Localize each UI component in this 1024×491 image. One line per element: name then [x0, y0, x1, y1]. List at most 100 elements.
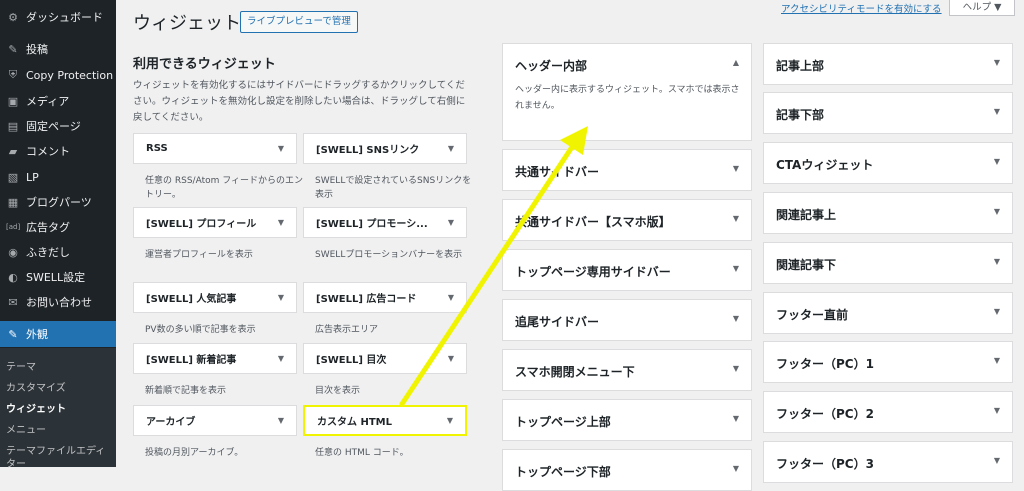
widget-label: RSS [146, 143, 168, 154]
widget-area[interactable]: トップページ下部 ▼ [502, 449, 752, 491]
widget-item[interactable]: [SWELL] 新着記事 ▼ [133, 343, 297, 374]
triangle-down-icon[interactable]: ▼ [278, 144, 284, 153]
widget-area[interactable]: CTAウィジェット ▼ [763, 142, 1013, 184]
widget-item[interactable]: [SWELL] 広告コード ▼ [303, 282, 467, 313]
sidebar-item-label: Copy Protection [26, 68, 114, 82]
triangle-down-icon[interactable]: ▼ [994, 58, 1000, 67]
widget-area[interactable]: 追尾サイドバー ▼ [502, 299, 752, 341]
triangle-down-icon[interactable]: ▼ [733, 164, 739, 173]
widget-item[interactable]: カスタム HTML ▼ [303, 405, 467, 436]
page-title: ウィジェット [133, 13, 241, 34]
triangle-down-icon[interactable]: ▼ [994, 356, 1000, 365]
sidebar-item-label: SWELL設定 [26, 271, 86, 284]
sidebar-item-4[interactable]: ▤ 固定ページ [0, 113, 116, 139]
widget-item[interactable]: [SWELL] プロフィール ▼ [133, 207, 297, 238]
widget-area-title: 関連記事上 [776, 208, 837, 222]
widget-area[interactable]: 関連記事上 ▼ [763, 192, 1013, 234]
sidebar-item-10[interactable]: ◐ SWELL設定 [0, 264, 116, 290]
widget-item[interactable]: [SWELL] 人気記事 ▼ [133, 282, 297, 313]
sidebar-item-0[interactable]: ⚙ ダッシュボード [0, 4, 116, 30]
triangle-down-icon[interactable]: ▼ [733, 414, 739, 423]
widget-item[interactable]: [SWELL] SNSリンク ▼ [303, 133, 467, 164]
widget-area[interactable]: 共通サイドバー ▼ [502, 149, 752, 191]
blocks-icon: ▦ [7, 195, 19, 209]
triangle-down-icon[interactable]: ▼ [733, 264, 739, 273]
widget-description: 運営者プロフィールを表示 [145, 250, 253, 260]
widget-area-title: 追尾サイドバー [515, 315, 600, 329]
triangle-down-icon[interactable]: ▼ [994, 456, 1000, 465]
widget-area[interactable]: 記事下部 ▼ [763, 92, 1013, 134]
triangle-down-icon[interactable]: ▼ [447, 416, 453, 425]
lp-icon: ▧ [7, 170, 19, 184]
sidebar-item-8[interactable]: [ad] 広告タグ [0, 214, 116, 240]
triangle-down-icon[interactable]: ▼ [448, 218, 454, 227]
triangle-down-icon[interactable]: ▼ [278, 354, 284, 363]
sidebar-item-11[interactable]: ✉ お問い合わせ [0, 289, 116, 315]
sidebar-item-3[interactable]: ▣ メディア [0, 88, 116, 114]
widget-description: 任意の RSS/Atom フィードからのエントリー。 [145, 176, 304, 200]
widget-label: [SWELL] プロフィール [146, 219, 257, 230]
submenu-widgets[interactable]: ウィジェット [6, 400, 66, 415]
sidebar-item-label: ブログパーツ [26, 196, 92, 209]
sidebar-item-1[interactable]: ✎ 投稿 [0, 36, 116, 62]
widget-area-title: フッター（PC）1 [776, 357, 874, 371]
widget-label: [SWELL] 目次 [316, 355, 387, 366]
appearance-icon: ✎ [8, 327, 18, 341]
triangle-down-icon[interactable]: ▼ [733, 364, 739, 373]
submenu-theme-editor-cont[interactable]: ター [6, 455, 26, 470]
live-preview-button[interactable]: ライブプレビューで管理 [240, 11, 358, 33]
sidebar-item-5[interactable]: ▰ コメント [0, 138, 116, 164]
submenu-menus[interactable]: メニュー [6, 421, 46, 436]
sidebar-item-2[interactable]: ⛨ Copy Protection [0, 62, 116, 88]
widget-item[interactable]: RSS ▼ [133, 133, 297, 164]
help-button[interactable]: ヘルプ ▼ [949, 0, 1015, 16]
widget-area-title: 共通サイドバー [515, 165, 600, 179]
widget-area[interactable]: ヘッダー内部 ▲ ヘッダー内に表示するウィジェット。スマホでは表示されません。 [502, 43, 752, 141]
sidebar-item-6[interactable]: ▧ LP [0, 164, 116, 190]
widget-area[interactable]: トップページ上部 ▼ [502, 399, 752, 441]
widget-area[interactable]: フッター（PC）1 ▼ [763, 341, 1013, 383]
widget-area[interactable]: トップページ専用サイドバー ▼ [502, 249, 752, 291]
triangle-down-icon[interactable]: ▼ [994, 257, 1000, 266]
widget-area[interactable]: フッター直前 ▼ [763, 292, 1013, 334]
triangle-down-icon[interactable]: ▼ [733, 214, 739, 223]
sidebar-item-label: 外観 [26, 328, 48, 341]
triangle-down-icon[interactable]: ▼ [278, 293, 284, 302]
triangle-down-icon[interactable]: ▼ [994, 207, 1000, 216]
triangle-down-icon[interactable]: ▼ [448, 293, 454, 302]
submenu-theme[interactable]: テーマ [6, 358, 36, 373]
sidebar-item-9[interactable]: ◉ ふきだし [0, 239, 116, 265]
triangle-down-icon[interactable]: ▼ [448, 144, 454, 153]
triangle-up-icon[interactable]: ▲ [733, 58, 739, 67]
media-icon: ▣ [7, 94, 19, 108]
widget-area[interactable]: 共通サイドバー【スマホ版】 ▼ [502, 199, 752, 241]
submenu-customize[interactable]: カスタマイズ [6, 379, 66, 394]
widget-item[interactable]: アーカイブ ▼ [133, 405, 297, 436]
widget-area[interactable]: フッター（PC）3 ▼ [763, 441, 1013, 483]
widget-description: SWELLで設定されているSNSリンクを表示 [315, 176, 472, 200]
triangle-down-icon[interactable]: ▼ [994, 307, 1000, 316]
widget-description: 目次を表示 [315, 386, 361, 396]
widget-area-title: 共通サイドバー【スマホ版】 [515, 215, 671, 229]
widget-description: 新着順で記事を表示 [145, 386, 227, 396]
widget-item[interactable]: [SWELL] 目次 ▼ [303, 343, 467, 374]
triangle-down-icon[interactable]: ▼ [994, 157, 1000, 166]
sidebar-item-12[interactable]: ✎ 外観 [0, 321, 116, 347]
triangle-down-icon[interactable]: ▼ [448, 354, 454, 363]
widget-area[interactable]: 記事上部 ▼ [763, 43, 1013, 85]
widget-area[interactable]: 関連記事下 ▼ [763, 242, 1013, 284]
triangle-down-icon[interactable]: ▼ [994, 406, 1000, 415]
admin-sidebar: ⚙ ダッシュボード ✎ 投稿 ⛨ Copy Protection ▣ メディア ▤ 固定ページ ▰ コ… [0, 0, 116, 470]
widget-area-title: スマホ開閉メニュー下 [515, 365, 635, 379]
triangle-down-icon[interactable]: ▼ [733, 464, 739, 473]
available-widgets-description: ウィジェットを有効化するにはサイドバーにドラッグするかクリックしてください。ウィ… [133, 80, 466, 123]
accessibility-mode-link[interactable]: アクセシビリティモードを有効にする [781, 1, 942, 15]
triangle-down-icon[interactable]: ▼ [994, 107, 1000, 116]
triangle-down-icon[interactable]: ▼ [278, 416, 284, 425]
widget-item[interactable]: [SWELL] プロモーシ... ▼ [303, 207, 467, 238]
triangle-down-icon[interactable]: ▼ [733, 314, 739, 323]
sidebar-item-7[interactable]: ▦ ブログパーツ [0, 189, 116, 215]
triangle-down-icon[interactable]: ▼ [278, 218, 284, 227]
widget-area[interactable]: フッター（PC）2 ▼ [763, 391, 1013, 433]
widget-area[interactable]: スマホ開閉メニュー下 ▼ [502, 349, 752, 391]
